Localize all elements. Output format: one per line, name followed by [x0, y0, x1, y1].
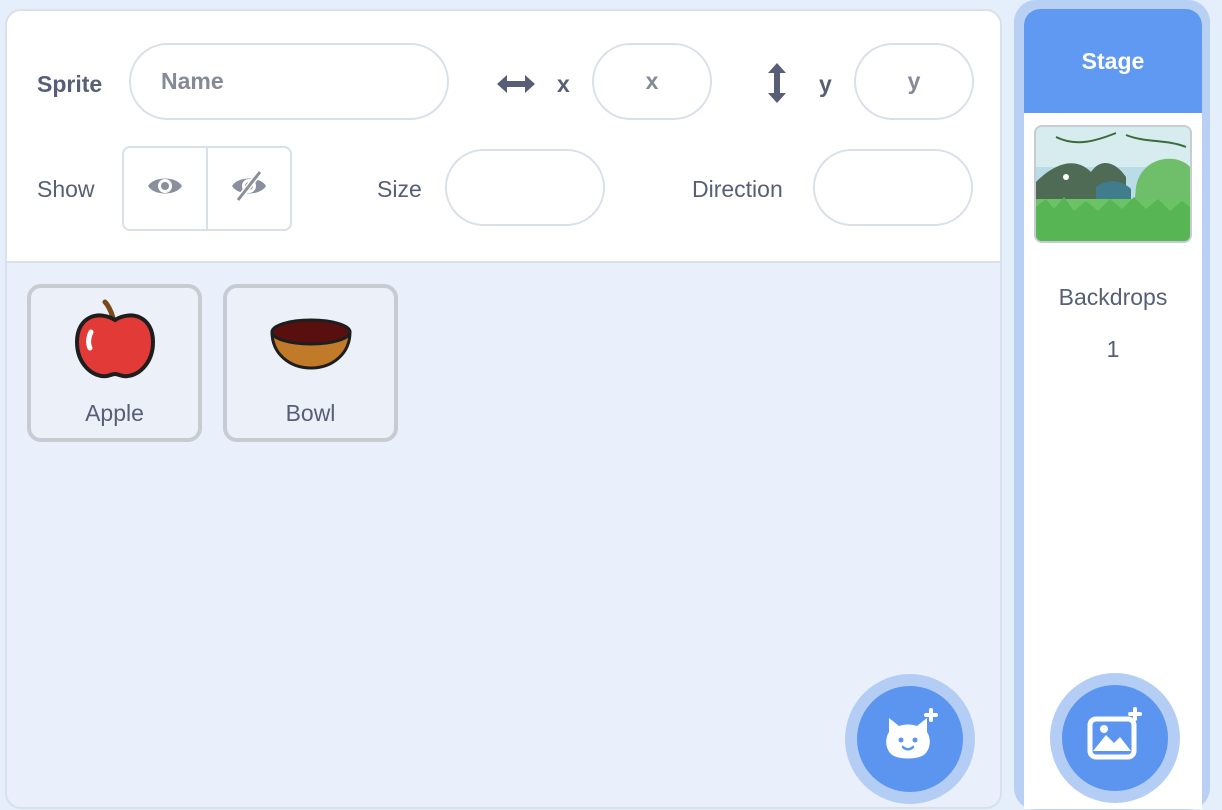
eye-slash-icon	[230, 169, 268, 208]
bowl-icon	[269, 318, 352, 370]
choose-sprite-button-ring	[845, 674, 975, 804]
stage-header: Stage	[1024, 9, 1202, 113]
sprite-name: Apple	[85, 400, 144, 426]
size-label: Size	[377, 176, 422, 202]
choose-sprite-button[interactable]	[857, 686, 963, 792]
choose-backdrop-button-ring	[1050, 673, 1180, 803]
sprite-pane: Sprite Name x x y y Show Size Direction …	[5, 9, 1002, 809]
choose-backdrop-button[interactable]	[1062, 685, 1168, 791]
visibility-toggle	[122, 146, 292, 231]
y-placeholder: y	[907, 68, 921, 94]
horizontal-arrows-icon	[495, 69, 537, 104]
sprite-name-placeholder: Name	[161, 68, 224, 94]
x-label: x	[557, 71, 570, 97]
x-placeholder: x	[645, 68, 659, 94]
sprite-tile-bowl[interactable]: Bowl	[223, 284, 398, 442]
eye-icon	[146, 173, 184, 204]
vertical-arrows-icon	[762, 61, 792, 110]
hide-button[interactable]	[206, 148, 290, 229]
image-plus-icon	[1084, 705, 1146, 772]
cat-plus-icon	[879, 706, 941, 773]
y-label: y	[819, 71, 832, 97]
size-field[interactable]	[445, 149, 605, 226]
sprite-tile-apple[interactable]: Apple	[27, 284, 202, 442]
show-button[interactable]	[124, 148, 206, 229]
x-position-field[interactable]: x	[592, 43, 712, 120]
backdrops-label: Backdrops	[1058, 284, 1168, 310]
direction-field[interactable]	[813, 149, 973, 226]
sprite-name: Bowl	[285, 400, 336, 426]
direction-label: Direction	[692, 176, 783, 202]
sprite-label: Sprite	[37, 71, 103, 97]
backdrops-count: 1	[1106, 336, 1120, 362]
sprite-name-field[interactable]: Name	[129, 43, 449, 120]
apple-icon	[74, 299, 155, 379]
show-label: Show	[37, 176, 95, 202]
y-position-field[interactable]: y	[854, 43, 974, 120]
stage-pane: Stage Backdrops 1	[1014, 0, 1210, 810]
backdrop-thumbnail	[1034, 125, 1192, 243]
sprite-info-panel: Sprite Name x x y y Show Size Direction	[7, 11, 1000, 263]
